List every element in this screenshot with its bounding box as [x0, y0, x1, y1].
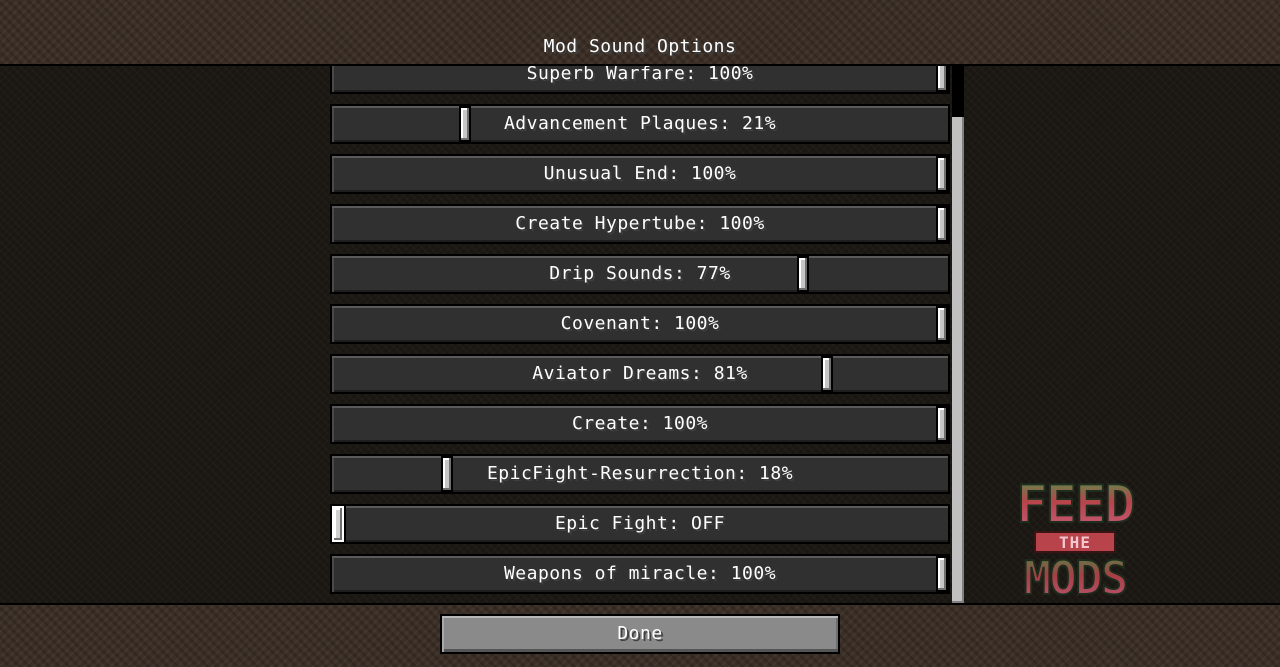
- slider-label: Superb Warfare: 100%: [526, 66, 754, 84]
- volume-slider[interactable]: Covenant: 100%: [330, 304, 950, 344]
- slider-label: Drip Sounds: 77%: [549, 263, 731, 284]
- slider-label: Aviator Dreams: 81%: [532, 363, 748, 384]
- scrollbar-thumb[interactable]: [952, 117, 964, 603]
- feed-the-mods-logo: FEED THE MODS: [1015, 476, 1136, 598]
- mod-sound-options-screen: Mod Sound Options Superb Warfare: 100% Ad…: [0, 0, 1280, 667]
- slider-label: Weapons of miracle: 100%: [503, 563, 777, 584]
- volume-slider[interactable]: Drip Sounds: 77%: [330, 254, 950, 294]
- slider-label: Epic Fight: OFF: [554, 513, 726, 534]
- slider-label: EpicFight-Resurrection: 18%: [486, 463, 794, 484]
- volume-slider[interactable]: Advancement Plaques: 21%: [330, 104, 950, 144]
- volume-slider[interactable]: Epic Fight: OFF: [330, 504, 950, 544]
- slider-label: Unusual End: 100%: [543, 163, 737, 184]
- slider-knob[interactable]: [936, 66, 948, 92]
- slider-knob[interactable]: [936, 406, 948, 442]
- volume-slider[interactable]: Aviator Dreams: 81%: [330, 354, 950, 394]
- done-button[interactable]: Done: [440, 614, 840, 654]
- slider-label: Create Hypertube: 100%: [515, 213, 765, 234]
- volume-slider[interactable]: Superb Warfare: 100%: [330, 66, 950, 94]
- volume-slider[interactable]: Create: 100%: [330, 404, 950, 444]
- slider-knob[interactable]: [936, 556, 948, 592]
- slider-knob[interactable]: [797, 256, 809, 292]
- logo-bottom-text: MODS: [1024, 551, 1127, 598]
- slider-knob[interactable]: [332, 506, 344, 542]
- logo-middle-text: THE: [1059, 533, 1091, 552]
- logo-top-text: FEED: [1016, 476, 1133, 535]
- screen-title: Mod Sound Options: [543, 36, 737, 57]
- slider-knob[interactable]: [936, 206, 948, 242]
- volume-slider[interactable]: EpicFight-Resurrection: 18%: [330, 454, 950, 494]
- slider-label: Create: 100%: [571, 413, 709, 434]
- volume-slider[interactable]: Weapons of miracle: 100%: [330, 554, 950, 594]
- slider-label: Covenant: 100%: [560, 313, 720, 334]
- slider-knob[interactable]: [821, 356, 833, 392]
- slider-label: Advancement Plaques: 21%: [503, 113, 777, 134]
- slider-knob[interactable]: [441, 456, 453, 492]
- volume-slider[interactable]: Create Hypertube: 100%: [330, 204, 950, 244]
- slider-knob[interactable]: [936, 306, 948, 342]
- slider-knob[interactable]: [459, 106, 471, 142]
- volume-slider[interactable]: Unusual End: 100%: [330, 154, 950, 194]
- slider-knob[interactable]: [936, 156, 948, 192]
